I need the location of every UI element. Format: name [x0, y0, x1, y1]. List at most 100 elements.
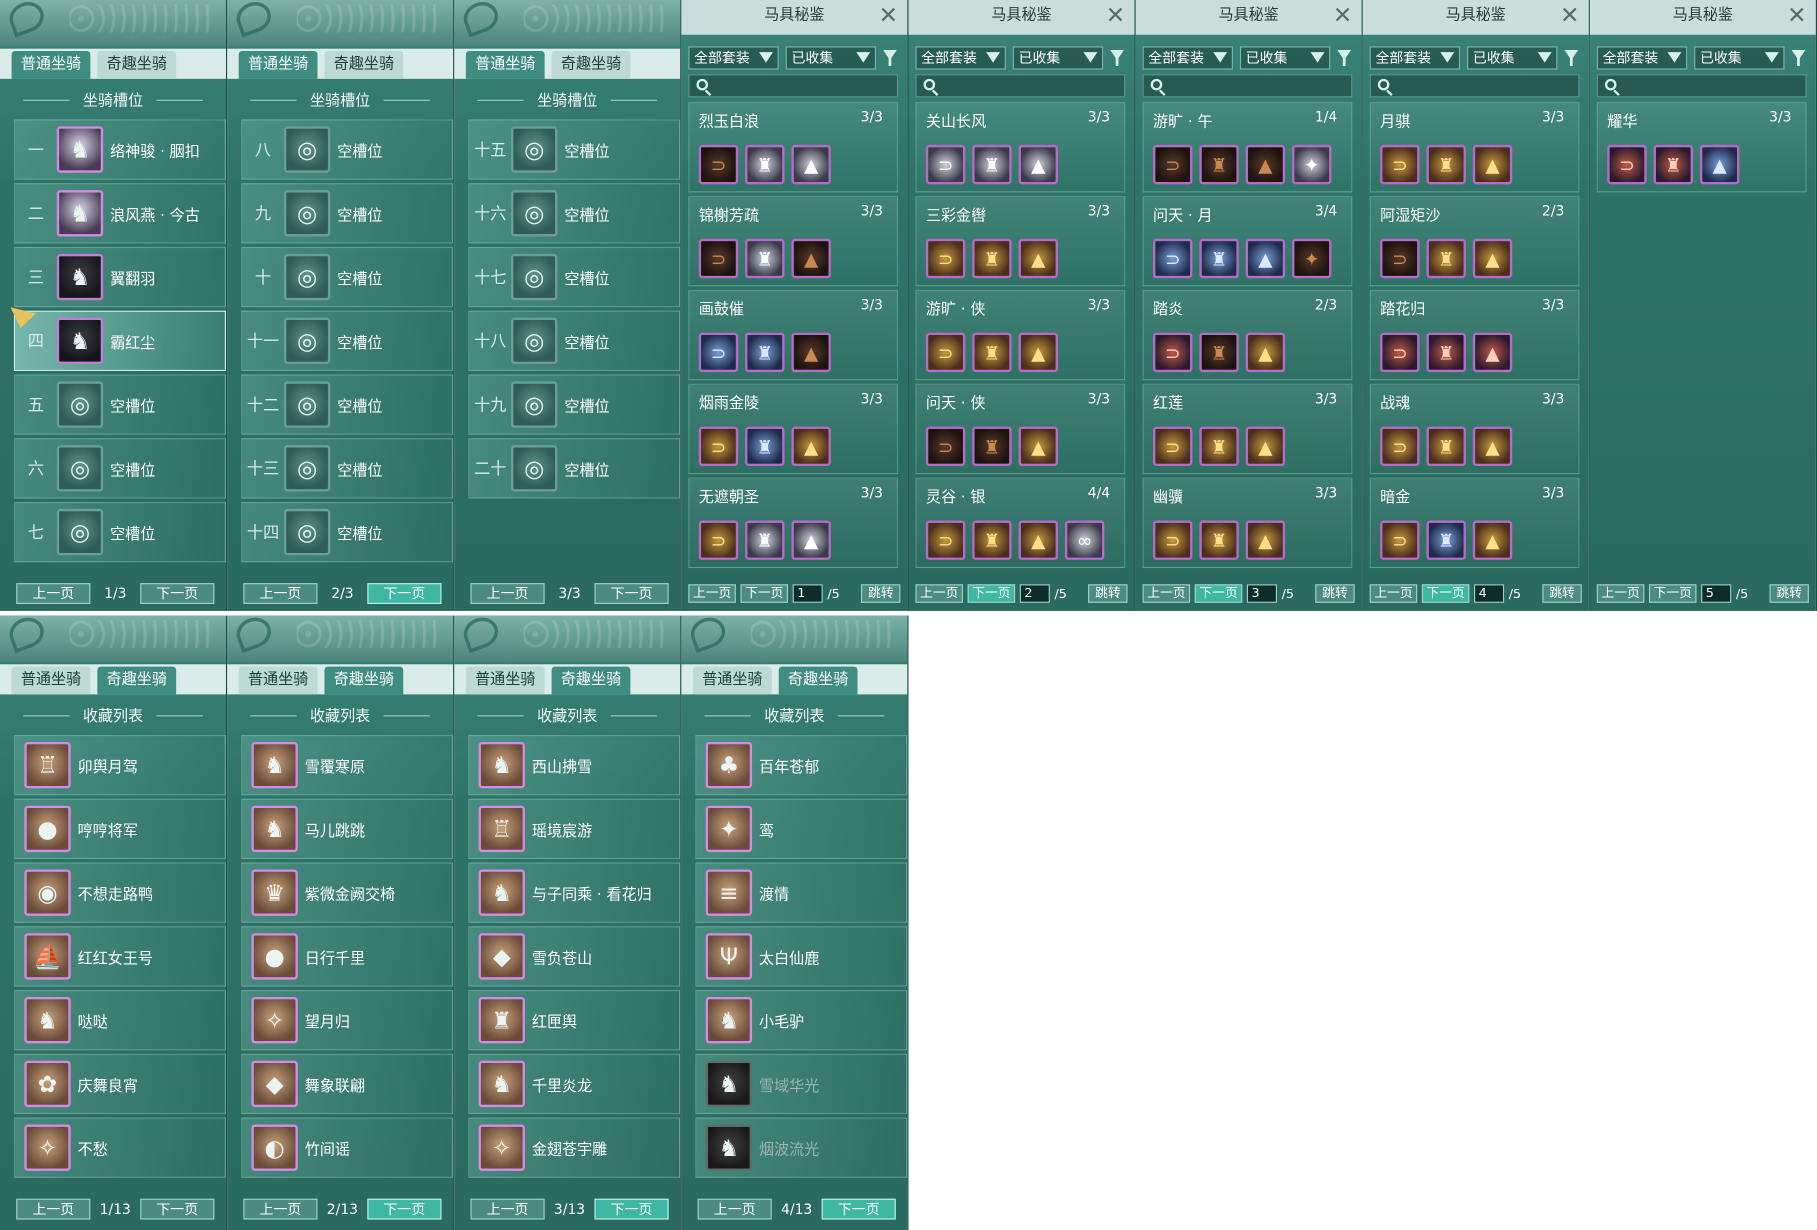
- saddle-icon[interactable]: ♜: [1426, 332, 1466, 373]
- next-page-button[interactable]: 下一页: [367, 583, 442, 604]
- next-page-button[interactable]: 下一页: [367, 1198, 442, 1220]
- slot-row[interactable]: 十 ◎ 空槽位: [241, 246, 454, 308]
- bridle-icon[interactable]: ⊃: [1380, 144, 1420, 185]
- armor-icon[interactable]: ▲: [1472, 238, 1513, 279]
- bridle-icon[interactable]: ⊃: [925, 332, 966, 373]
- next-page-button[interactable]: 下一页: [967, 584, 1016, 603]
- set-card[interactable]: 战魂 3/3 ⊃ ♜ ▲: [1369, 383, 1580, 475]
- slot-row[interactable]: 八 ◎ 空槽位: [241, 119, 454, 180]
- next-page-button[interactable]: 下一页: [740, 584, 788, 603]
- set-card[interactable]: 踏炎 2/3 ⊃ ♜ ▲: [1142, 289, 1353, 381]
- tab-normal-mount[interactable]: 普通坐骑: [11, 51, 91, 79]
- bridle-icon[interactable]: ⊃: [1380, 238, 1420, 279]
- set-card[interactable]: 画鼓催 3/3 ⊃ ♜ ▲: [688, 289, 899, 381]
- saddle-icon[interactable]: ♜: [1426, 238, 1466, 279]
- armor-icon[interactable]: ▲: [1472, 426, 1513, 467]
- prev-page-button[interactable]: 上一页: [470, 1198, 545, 1220]
- collection-item[interactable]: ♞ 哒哒: [13, 990, 226, 1051]
- collection-item[interactable]: ✿ 庆舞良宵: [13, 1053, 226, 1115]
- collected-filter-dropdown[interactable]: 已收集: [1467, 46, 1558, 70]
- set-card[interactable]: 问天 · 月 3/4 ⊃ ♜ ▲ ✦: [1142, 195, 1353, 287]
- filter-icon[interactable]: [1791, 49, 1806, 67]
- saddle-icon[interactable]: ♜: [1653, 144, 1694, 185]
- set-card[interactable]: 阿湿矩沙 2/3 ⊃ ♜ ▲: [1369, 195, 1580, 287]
- set-card[interactable]: 问天 · 侠 3/3 ⊃ ♜ ▲: [915, 383, 1126, 475]
- saddle-icon[interactable]: ♜: [1199, 332, 1239, 373]
- collection-item[interactable]: ◆ 雪负苍山: [468, 926, 681, 987]
- set-card[interactable]: 踏花归 3/3 ⊃ ♜ ▲: [1369, 289, 1580, 381]
- saddle-icon[interactable]: ♜: [972, 520, 1012, 560]
- slot-row[interactable]: 七 ◎ 空槽位: [13, 501, 226, 563]
- saddle-icon[interactable]: ♜: [1199, 144, 1239, 185]
- collection-item[interactable]: ● 哼哼将军: [13, 798, 226, 860]
- set-filter-dropdown[interactable]: 全部套装: [1142, 46, 1233, 70]
- next-page-button[interactable]: 下一页: [594, 583, 669, 604]
- close-icon[interactable]: ✕: [1787, 3, 1806, 26]
- saddle-icon[interactable]: ♜: [1426, 144, 1466, 185]
- slot-row[interactable]: 十四 ◎ 空槽位: [241, 501, 454, 563]
- armor-icon[interactable]: ▲: [1018, 426, 1058, 467]
- collection-item[interactable]: ✦ 鸾: [695, 798, 908, 860]
- prev-page-button[interactable]: 上一页: [1596, 584, 1645, 603]
- slot-row[interactable]: 二十 ◎ 空槽位: [468, 438, 681, 499]
- next-page-button[interactable]: 下一页: [1194, 584, 1243, 603]
- tab-normal-mount[interactable]: 普通坐骑: [238, 51, 318, 79]
- bridle-icon[interactable]: ⊃: [1153, 520, 1193, 560]
- armor-icon[interactable]: ▲: [1699, 144, 1740, 185]
- saddle-icon[interactable]: ♜: [745, 238, 785, 279]
- collected-filter-dropdown[interactable]: 已收集: [1694, 46, 1785, 70]
- filter-icon[interactable]: [883, 49, 897, 67]
- slot-row[interactable]: 十七 ◎ 空槽位: [468, 246, 681, 308]
- prev-page-button[interactable]: 上一页: [915, 584, 963, 603]
- armor-icon[interactable]: ▲: [791, 238, 831, 279]
- saddle-icon[interactable]: ♜: [745, 332, 785, 373]
- collection-item[interactable]: ◐ 竹间谣: [241, 1117, 454, 1178]
- collection-item[interactable]: ♞ 西山拂雪: [468, 734, 681, 796]
- bridle-icon[interactable]: ⊃: [925, 238, 966, 279]
- slot-row[interactable]: 二 ♞ 浪风燕 · 今古: [13, 183, 226, 244]
- bridle-icon[interactable]: ⊃: [925, 426, 966, 467]
- collection-item[interactable]: ♖ 瑶境宸游: [468, 798, 681, 860]
- collection-item[interactable]: Ψ 太白仙鹿: [695, 926, 908, 987]
- armor-icon[interactable]: ▲: [791, 332, 831, 373]
- collection-item[interactable]: ♜ 红匣舆: [468, 990, 681, 1051]
- saddle-icon[interactable]: ♜: [972, 332, 1012, 373]
- set-card[interactable]: 幽骥 3/3 ⊃ ♜ ▲: [1142, 477, 1353, 569]
- search-input[interactable]: [1142, 74, 1353, 98]
- collection-item[interactable]: ♞ 千里炎龙: [468, 1053, 681, 1115]
- prev-page-button[interactable]: 上一页: [16, 1198, 91, 1220]
- bridle-icon[interactable]: ⊃: [1153, 332, 1193, 373]
- collection-item[interactable]: ♞ 小毛驴: [695, 990, 908, 1051]
- tab-fun-mount[interactable]: 奇趣坐骑: [778, 666, 858, 695]
- next-page-button[interactable]: 下一页: [140, 1198, 215, 1220]
- armor-icon[interactable]: ▲: [1472, 332, 1513, 373]
- page-number-input[interactable]: 1: [792, 584, 823, 603]
- filter-icon[interactable]: [1564, 49, 1579, 67]
- prev-page-button[interactable]: 上一页: [243, 583, 318, 604]
- set-card[interactable]: 耀华 3/3 ⊃ ♜ ▲: [1596, 102, 1807, 193]
- slot-row-selected[interactable]: 四 ♞ 霸红尘: [10, 307, 226, 371]
- tab-fun-mount[interactable]: 奇趣坐骑: [324, 666, 404, 695]
- set-card[interactable]: 游旷 · 午 1/4 ⊃ ♜ ▲ ✦: [1142, 102, 1353, 193]
- search-input[interactable]: [1596, 74, 1807, 98]
- tab-fun-mount[interactable]: 奇趣坐骑: [324, 51, 404, 79]
- armor-icon[interactable]: ▲: [1018, 520, 1058, 560]
- saddle-icon[interactable]: ♜: [1199, 238, 1239, 279]
- tab-fun-mount[interactable]: 奇趣坐骑: [97, 666, 177, 695]
- armor-icon[interactable]: ▲: [1245, 238, 1286, 279]
- collection-item[interactable]: ♣ 百年苍郁: [695, 734, 908, 796]
- bridle-icon[interactable]: ⊃: [1380, 332, 1420, 373]
- saddle-icon[interactable]: ♜: [745, 144, 785, 185]
- armor-icon[interactable]: ▲: [1018, 332, 1058, 373]
- bridle-icon[interactable]: ⊃: [698, 520, 739, 560]
- armor-icon[interactable]: ▲: [1472, 144, 1513, 185]
- bridle-icon[interactable]: ⊃: [925, 520, 966, 560]
- tab-fun-mount[interactable]: 奇趣坐骑: [551, 666, 631, 695]
- next-page-button[interactable]: 下一页: [1648, 584, 1697, 603]
- set-card[interactable]: 三彩金辔 3/3 ⊃ ♜ ▲: [915, 195, 1126, 287]
- set-card[interactable]: 烈玉白浪 3/3 ⊃ ♜ ▲: [688, 102, 899, 193]
- armor-icon[interactable]: ▲: [1018, 238, 1058, 279]
- slot-row[interactable]: 九 ◎ 空槽位: [241, 183, 454, 244]
- bridle-icon[interactable]: ⊃: [1153, 144, 1193, 185]
- armor-icon[interactable]: ▲: [1245, 426, 1286, 467]
